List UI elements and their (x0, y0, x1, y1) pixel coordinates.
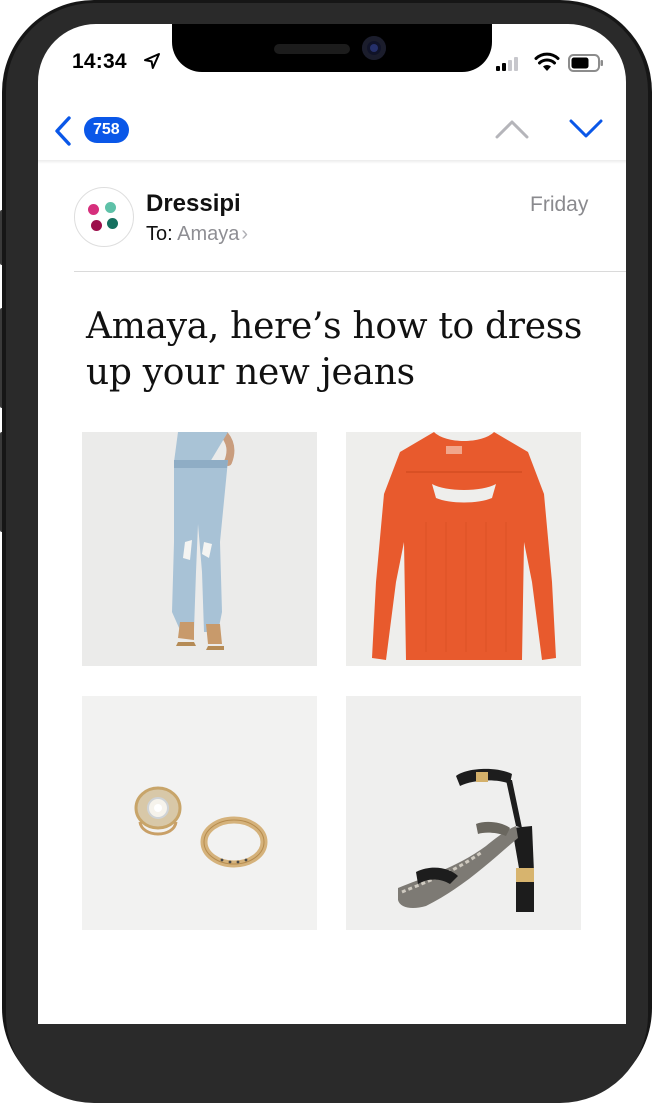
sandal-illustration (346, 696, 581, 930)
header-divider (74, 271, 626, 272)
unread-count-badge[interactable]: 758 (84, 117, 129, 143)
top-illustration (346, 432, 581, 666)
email-date: Friday (530, 193, 589, 216)
recipient-row[interactable]: To: Amaya › (146, 223, 248, 246)
product-image-jeans[interactable] (82, 432, 317, 666)
chevron-right-icon: › (241, 223, 249, 245)
location-arrow-icon (144, 53, 160, 69)
email-headline: Amaya, here’s how to dress up your new j… (86, 306, 583, 393)
rings-illustration (82, 696, 317, 930)
notch (172, 24, 492, 72)
to-label: To: (146, 223, 173, 245)
battery-icon (568, 54, 603, 72)
mail-navigation-bar: 758 (38, 100, 626, 162)
wifi-icon (534, 52, 560, 71)
speaker-grille (274, 44, 350, 54)
previous-message-icon[interactable] (494, 118, 530, 140)
logo-dot (88, 204, 99, 215)
logo-dot (107, 218, 118, 229)
screen: 14:34 758 Dressipi To: Amaya › Friday Am… (38, 24, 626, 1024)
logo-dot (105, 202, 116, 213)
front-camera (362, 36, 386, 60)
logo-dot (91, 220, 102, 231)
product-image-top[interactable] (346, 432, 581, 666)
signal-icon (496, 57, 518, 71)
status-time: 14:34 (72, 50, 127, 73)
recipient-name: Amaya (177, 223, 240, 245)
product-image-sandal[interactable] (346, 696, 581, 930)
jeans-illustration (82, 432, 317, 666)
sender-name[interactable]: Dressipi (146, 190, 241, 218)
back-chevron-icon[interactable] (52, 115, 74, 147)
next-message-icon[interactable] (568, 118, 604, 140)
nav-divider (38, 160, 626, 164)
product-image-rings[interactable] (82, 696, 317, 930)
sender-avatar[interactable] (74, 187, 134, 247)
